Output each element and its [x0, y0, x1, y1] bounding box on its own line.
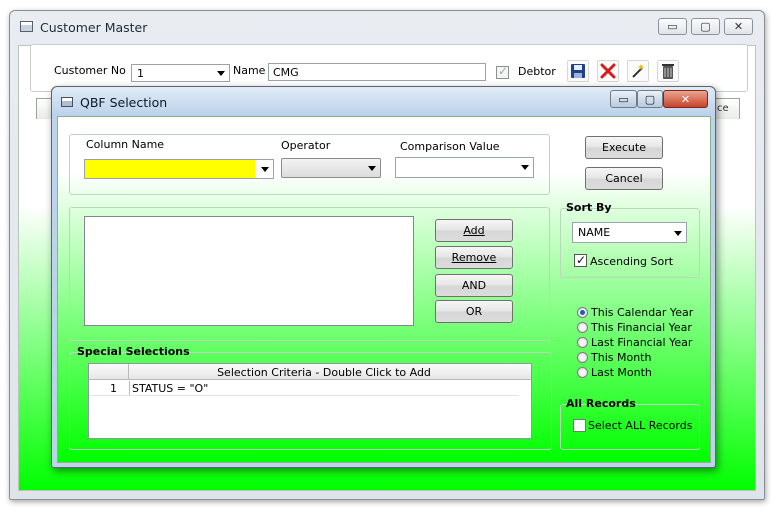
row-index: 1: [110, 382, 117, 395]
radio-label-this-calendar-year: This Calendar Year: [591, 306, 694, 319]
and-label: AND: [461, 279, 487, 292]
special-selections-title: Special Selections: [77, 345, 190, 358]
new-button[interactable]: [627, 60, 649, 82]
trash-button[interactable]: [657, 60, 679, 82]
title-bar: Customer Master ▭ ▢ ✕: [10, 11, 764, 41]
close-icon: ✕: [680, 92, 691, 106]
column-name-label: Column Name: [86, 138, 165, 151]
maximize-button[interactable]: ▢: [691, 18, 720, 35]
maximize-icon: ▢: [700, 20, 711, 33]
dialog-close-button[interactable]: ✕: [663, 90, 708, 108]
radio-last-financial-year[interactable]: [577, 337, 588, 348]
maximize-icon: ▢: [644, 92, 656, 106]
execute-label: Execute: [602, 141, 646, 154]
dialog-title-bar: QBF Selection ▭ ▢ ✕: [52, 87, 715, 116]
customer-no-value: 1: [137, 67, 144, 80]
row-criteria: STATUS = "O": [132, 382, 209, 395]
remove-button[interactable]: Remove: [435, 246, 513, 269]
delete-icon: [600, 63, 616, 79]
radio-this-month[interactable]: [577, 352, 588, 363]
chevron-down-icon: [674, 231, 682, 236]
comparison-value-label: Comparison Value: [400, 140, 500, 153]
save-icon: [571, 64, 585, 78]
tab-last-label: ce: [717, 103, 729, 114]
add-button[interactable]: Add: [435, 219, 513, 242]
customer-no-label: Customer No: [54, 64, 126, 77]
ascending-sort-checkbox[interactable]: ✓: [574, 253, 587, 267]
grid-column-header[interactable]: Selection Criteria - Double Click to Add: [129, 366, 519, 379]
grid-row-selector-header: [89, 364, 129, 380]
grid-header: Selection Criteria - Double Click to Add: [89, 364, 531, 380]
close-icon: ✕: [733, 20, 744, 33]
sort-field-value: NAME: [578, 226, 611, 239]
radio-label-this-month: This Month: [591, 351, 652, 364]
select-all-records-checkbox[interactable]: [573, 419, 586, 432]
radio-label-this-financial-year: This Financial Year: [591, 321, 692, 334]
wand-icon: [632, 64, 644, 78]
dialog-minimize-button[interactable]: ▭: [610, 90, 637, 108]
all-records-title: All Records: [566, 397, 636, 410]
dialog-maximize-button[interactable]: ▢: [637, 90, 663, 108]
name-field[interactable]: CMG: [268, 63, 486, 81]
cancel-label: Cancel: [605, 172, 643, 185]
special-selections-grid[interactable]: Selection Criteria - Double Click to Add…: [88, 363, 532, 439]
add-label: Add: [463, 224, 485, 237]
minimize-icon: ▭: [618, 92, 629, 106]
dialog-app-icon: [61, 97, 73, 107]
table-row[interactable]: 1 STATUS = "O": [89, 381, 519, 396]
name-label: Name: [233, 64, 266, 77]
check-icon: ✓: [576, 253, 587, 267]
chevron-down-icon: [217, 71, 225, 76]
minimize-icon: ▭: [667, 20, 678, 33]
radio-label-last-financial-year: Last Financial Year: [591, 336, 693, 349]
dialog-title: QBF Selection: [80, 95, 168, 110]
save-button[interactable]: [567, 60, 589, 82]
and-button[interactable]: AND: [435, 274, 513, 297]
criteria-listbox[interactable]: [84, 216, 414, 326]
operator-combo[interactable]: [281, 158, 381, 178]
execute-button[interactable]: Execute: [585, 136, 663, 159]
chevron-down-icon: [521, 165, 529, 170]
delete-button[interactable]: [597, 60, 619, 82]
chevron-down-icon: [368, 166, 376, 171]
operator-label: Operator: [281, 139, 331, 152]
remove-label: Remove: [451, 251, 497, 264]
or-label: OR: [465, 305, 483, 318]
customer-no-combo[interactable]: 1: [131, 64, 230, 82]
window-title: Customer Master: [40, 20, 148, 35]
minimize-button[interactable]: ▭: [658, 18, 687, 35]
chevron-down-icon: [261, 167, 269, 172]
select-all-records-label: Select ALL Records: [588, 419, 693, 432]
trash-icon: [662, 64, 674, 79]
cancel-button[interactable]: Cancel: [585, 167, 663, 190]
app-icon: [20, 21, 33, 32]
sort-by-title: Sort By: [566, 201, 612, 214]
or-button[interactable]: OR: [435, 300, 513, 323]
debtor-checkbox[interactable]: ✓: [496, 64, 509, 79]
name-value: CMG: [273, 66, 299, 79]
radio-label-last-month: Last Month: [591, 366, 652, 379]
radio-this-financial-year[interactable]: [577, 322, 588, 333]
debtor-label: Debtor: [518, 65, 556, 78]
sort-field-combo[interactable]: NAME: [572, 222, 687, 243]
comparison-value-combo[interactable]: [395, 157, 534, 178]
check-icon: ✓: [498, 64, 509, 78]
radio-last-month[interactable]: [577, 367, 588, 378]
close-button[interactable]: ✕: [724, 18, 753, 35]
column-name-combo[interactable]: [84, 159, 274, 179]
ascending-sort-label: Ascending Sort: [590, 255, 674, 268]
radio-this-calendar-year[interactable]: [577, 307, 588, 318]
